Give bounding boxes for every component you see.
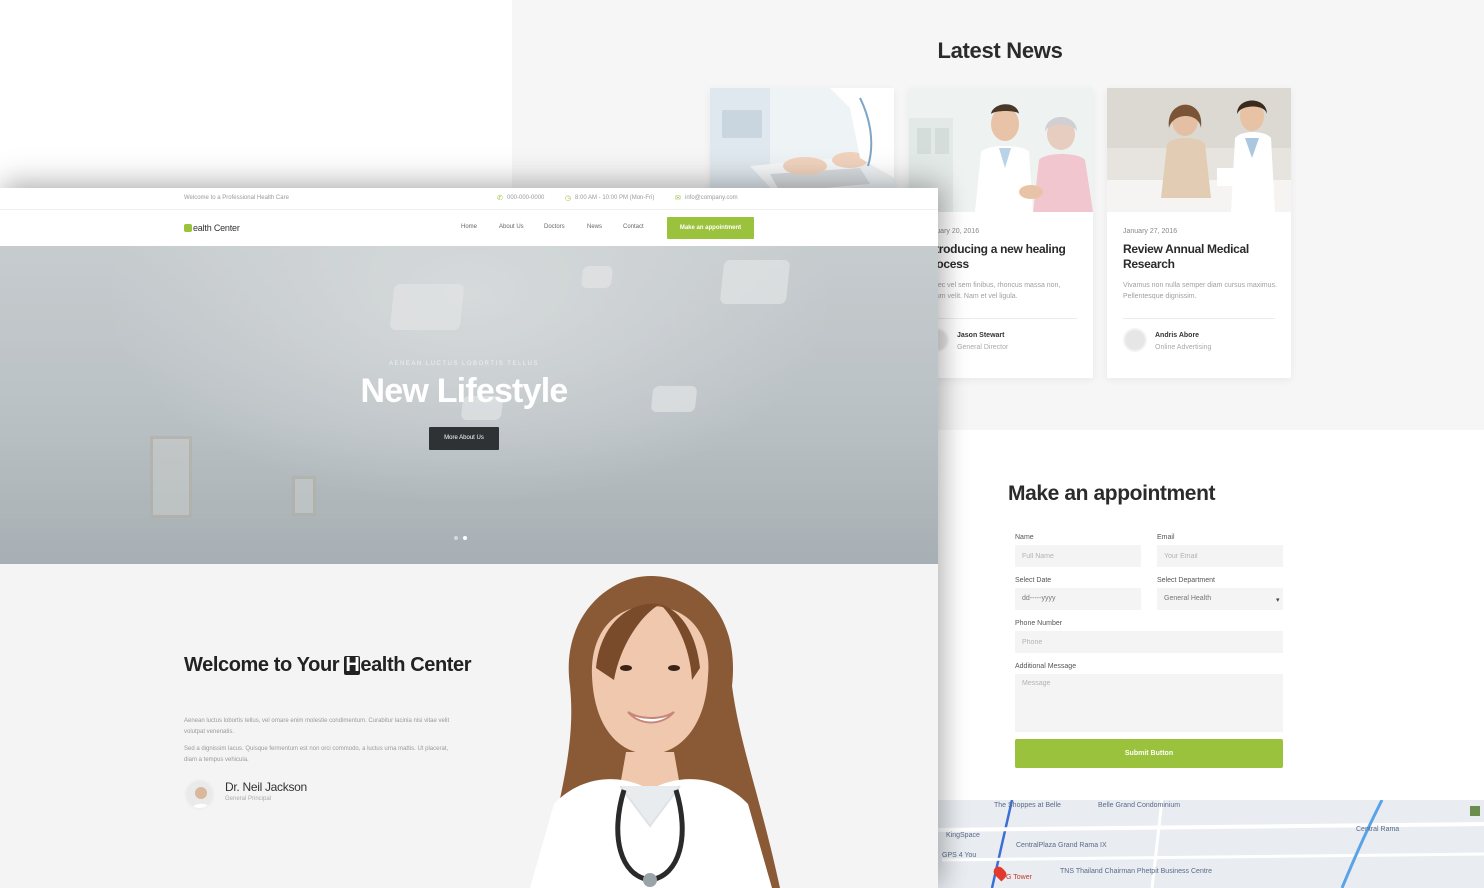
name-input[interactable]	[1015, 545, 1141, 567]
submit-button[interactable]: Submit Button	[1015, 739, 1283, 768]
department-select[interactable]: General Health	[1157, 588, 1283, 610]
news-section-title: Latest News	[937, 38, 1063, 63]
card-divider	[1123, 318, 1275, 319]
nav-about[interactable]: About Us	[499, 224, 524, 230]
slider-dot-active[interactable]	[463, 536, 467, 540]
news-title[interactable]: Review Annual Medical Research	[1123, 242, 1279, 272]
nav-contact[interactable]: Contact	[623, 224, 644, 230]
welcome-heading-text: ealth Center	[360, 654, 472, 676]
name-label: Name	[1015, 534, 1034, 541]
logo-h-icon	[184, 224, 192, 232]
front-page-preview: Welcome to a Professional Health Care ✆ …	[0, 188, 938, 888]
phone-icon: ✆	[497, 195, 503, 202]
author-avatar	[1123, 328, 1147, 352]
phone-input[interactable]	[1015, 631, 1283, 653]
phone-label: Phone Number	[1015, 620, 1063, 627]
make-appointment-button[interactable]: Make an appointment	[667, 217, 754, 239]
date-input[interactable]: dd-----yyyy	[1015, 588, 1141, 610]
topbar-hours: 8:00 AM - 10:00 PM (Mon-Fri)	[575, 195, 655, 201]
news-photo-patient	[1107, 88, 1291, 212]
map-label: Central Rama	[1356, 826, 1400, 833]
email-input[interactable]	[1157, 545, 1283, 567]
author-role: Online Advertising	[1155, 344, 1212, 351]
welcome-heading: Welcome to Your Health Center	[184, 650, 484, 680]
map-label: KingSpace	[946, 832, 980, 839]
welcome-tagline: Welcome to a Professional Health Care	[184, 195, 289, 201]
doctor-role: General Principal	[225, 796, 272, 802]
message-label: Additional Message	[1015, 663, 1077, 670]
doctor-avatar	[184, 779, 215, 810]
author-name: Jason Stewart	[957, 332, 1005, 339]
department-label: Select Department	[1157, 577, 1215, 584]
nav-doctors[interactable]: Doctors	[544, 224, 565, 230]
news-excerpt: Vivamus non nulla semper diam cursus max…	[1123, 282, 1277, 300]
welcome-heading-text: Welcome to Your	[184, 654, 345, 676]
hero-slider: AENEAN LUCTUS LOBORTIS TELLUS New Lifest…	[0, 246, 938, 564]
top-info-bar: Welcome to a Professional Health Care ✆ …	[0, 188, 938, 210]
map-label: G Tower	[1006, 874, 1032, 881]
logo-text: ealth Center	[193, 223, 240, 233]
email-label: Email	[1157, 534, 1175, 541]
hero-kicker: AENEAN LUCTUS LOBORTIS TELLUS	[389, 361, 539, 367]
news-title[interactable]: Introducing a new healing process	[925, 242, 1081, 272]
welcome-paragraph: Aenean luctus lobortis tellus, vel ornar…	[184, 718, 450, 735]
news-excerpt: Donec vel sem finibus, rhoncus massa non…	[925, 282, 1061, 300]
slider-dot[interactable]	[454, 536, 458, 540]
news-card[interactable]: January 27, 2016 Review Annual Medical R…	[1107, 88, 1291, 378]
card-divider	[925, 318, 1077, 319]
date-label: Select Date	[1015, 577, 1052, 584]
news-date: January 27, 2016	[1123, 228, 1178, 235]
topbar-phone[interactable]: 000-000-0000	[507, 195, 544, 201]
topbar-email[interactable]: info@company.com	[685, 195, 738, 201]
map-label: The Shoppes at Belle	[994, 802, 1061, 809]
clock-icon: ◷	[565, 195, 572, 202]
welcome-heading-h: H	[344, 654, 361, 676]
welcome-paragraph: Sed a dignissim lacus. Quisque fermentum…	[184, 746, 449, 763]
author-role: General Director	[957, 344, 1009, 351]
map-label: GPS 4 You	[942, 852, 977, 859]
nav-news[interactable]: News	[587, 224, 602, 230]
appointment-title: Make an appointment	[1008, 482, 1216, 505]
more-about-button[interactable]: More About Us	[429, 427, 499, 450]
main-navbar: ealth Center Home About Us Doctors News …	[0, 210, 938, 246]
map-satellite-icon[interactable]	[1470, 806, 1480, 816]
chevron-down-icon: ▾	[1276, 597, 1280, 604]
message-textarea[interactable]	[1015, 674, 1283, 732]
map-label: CentralPlaza Grand Rama IX	[1016, 842, 1107, 849]
author-name: Andris Abore	[1155, 332, 1200, 339]
doctor-name: Dr. Neil Jackson	[225, 780, 307, 794]
site-logo[interactable]: ealth Center	[184, 223, 240, 233]
map-label: TNS Thailand Chairman Phetpit Business C…	[1060, 868, 1213, 875]
doctor-photo	[530, 576, 780, 888]
map-label: Belle Grand Condominium	[1098, 802, 1181, 809]
mail-icon: ✉	[675, 195, 681, 202]
nav-home[interactable]: Home	[461, 224, 477, 230]
hero-title: New Lifestyle	[360, 372, 569, 410]
